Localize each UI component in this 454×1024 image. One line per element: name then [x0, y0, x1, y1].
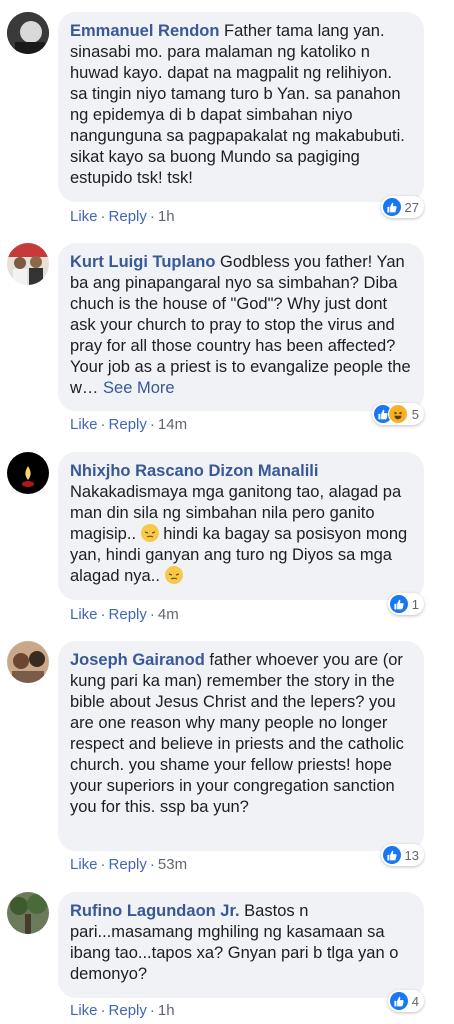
like-link[interactable]: Like [70, 1002, 98, 1019]
like-link[interactable]: Like [70, 208, 98, 225]
reply-link[interactable]: Reply [109, 416, 147, 433]
separator: · [149, 606, 155, 623]
separator: · [100, 208, 106, 225]
like-reaction-icon [389, 992, 408, 1010]
comment-actions: Like · Reply · 14m [70, 416, 187, 433]
avatar-photo [7, 452, 49, 494]
reply-link[interactable]: Reply [109, 208, 147, 225]
like-reaction-icon [389, 595, 408, 613]
reaction-summary[interactable]: 4 [387, 990, 424, 1012]
avatar[interactable] [7, 12, 49, 54]
comment-time[interactable]: 1h [158, 208, 175, 225]
avatar-photo [7, 892, 49, 934]
like-link[interactable]: Like [70, 856, 98, 873]
comment-actions: Like · Reply · 4m [70, 606, 179, 623]
avatar-photo [7, 641, 49, 683]
comment-bubble: Nhixjho Rascano Dizon Manalili Nakakadis… [58, 452, 424, 600]
reaction-count: 27 [404, 199, 419, 215]
avatar[interactable] [7, 892, 49, 934]
reaction-count: 13 [404, 847, 419, 863]
comment-actions: Like · Reply · 53m [70, 856, 187, 873]
haha-reaction-icon [387, 404, 408, 424]
avatar[interactable] [7, 243, 49, 285]
reaction-summary[interactable]: 1 [387, 593, 424, 615]
reaction-count: 4 [411, 993, 419, 1009]
comment-time[interactable]: 14m [158, 416, 187, 433]
comment-author[interactable]: Rufino Lagundaon Jr. [70, 902, 240, 920]
reaction-count: 5 [411, 406, 419, 422]
comment-actions: Like · Reply · 1h [70, 1002, 175, 1019]
separator: · [149, 416, 155, 433]
separator: · [100, 416, 106, 433]
reply-link[interactable]: Reply [109, 1002, 147, 1019]
comment-author[interactable]: Emmanuel Rendon [70, 22, 219, 40]
reaction-summary[interactable]: 5 [371, 403, 424, 425]
comment-time[interactable]: 4m [158, 606, 179, 623]
comment-time[interactable]: 1h [158, 1002, 175, 1019]
comment-author[interactable]: Joseph Gairanod [70, 651, 205, 669]
avatar-photo [7, 243, 49, 285]
reaction-summary[interactable]: 13 [380, 844, 424, 866]
comment-bubble: Emmanuel Rendon Father tama lang yan. si… [58, 12, 424, 202]
reply-link[interactable]: Reply [109, 856, 147, 873]
like-link[interactable]: Like [70, 416, 98, 433]
comment-text: father whoever you are (or kung pari ka … [70, 651, 404, 816]
separator: · [100, 856, 106, 873]
comment-text: Father tama lang yan. sinasabi mo. para … [70, 22, 405, 187]
avatar[interactable] [7, 641, 49, 683]
separator: · [100, 1002, 106, 1019]
separator: · [100, 606, 106, 623]
comment-bubble: Kurt Luigi Tuplano Godbless you father! … [58, 243, 424, 411]
separator: · [149, 1002, 155, 1019]
comment-text: Godbless you father! Yan ba ang pinapang… [70, 253, 411, 397]
comment-bubble: Joseph Gairanod father whoever you are (… [58, 641, 424, 851]
comment-actions: Like · Reply · 1h [70, 208, 175, 225]
comment-bubble: Rufino Lagundaon Jr. Bastos n pari...mas… [58, 892, 424, 998]
separator: · [149, 856, 155, 873]
reaction-count: 1 [411, 596, 419, 612]
like-reaction-icon [382, 846, 401, 864]
comment-time[interactable]: 53m [158, 856, 187, 873]
separator: · [149, 208, 155, 225]
avatar[interactable] [7, 452, 49, 494]
like-link[interactable]: Like [70, 606, 98, 623]
like-reaction-icon [382, 198, 401, 216]
pensive-face-emoji [164, 566, 183, 584]
pensive-face-emoji [140, 524, 159, 542]
reaction-summary[interactable]: 27 [380, 196, 424, 218]
comment-author[interactable]: Nhixjho Rascano Dizon Manalili [70, 462, 318, 480]
see-more-link[interactable]: See More [103, 379, 175, 397]
comment-author[interactable]: Kurt Luigi Tuplano [70, 253, 215, 271]
avatar-photo [7, 12, 49, 54]
reply-link[interactable]: Reply [109, 606, 147, 623]
